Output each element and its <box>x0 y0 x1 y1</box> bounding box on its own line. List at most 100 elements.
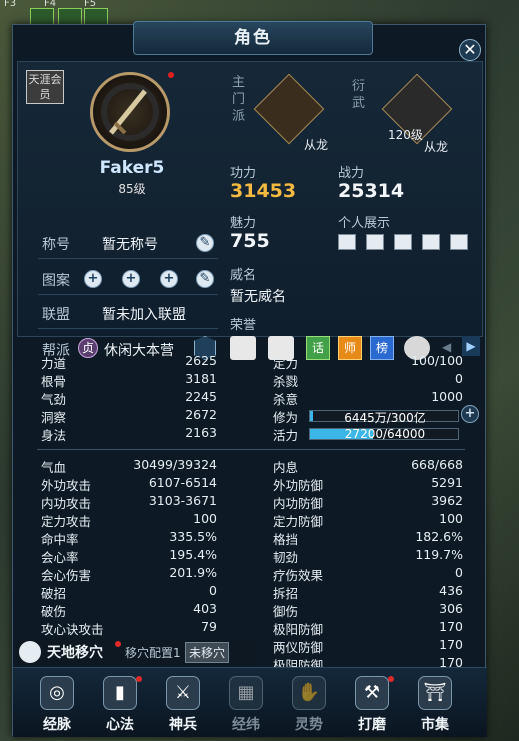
stat-left-value: 2163 <box>185 425 217 440</box>
gongli-label: 功力 <box>230 166 257 181</box>
stat-right-label: 修为 <box>273 410 299 425</box>
bottom-nav-1[interactable]: ▮ 心法 <box>90 676 150 734</box>
bottom-nav-3[interactable]: ▦ 经纬 <box>216 676 276 734</box>
bottom-nav-label: 经脉 <box>43 717 71 733</box>
weiming-label: 威名 <box>230 268 257 283</box>
character-panel: 角色 ✕ 天涯会员 Faker5 85级 称号 暂无称号 ✎ 图案 + + + … <box>12 21 487 737</box>
yin-yang-icon <box>19 641 41 663</box>
config-slot[interactable]: 移穴配置1 <box>125 644 181 661</box>
meridian-icon: ◎ <box>40 676 74 710</box>
character-name: Faker5 <box>99 158 165 178</box>
meili-label: 魅力 <box>230 216 257 231</box>
sword-emblem-icon <box>101 83 159 141</box>
stat-right-value: 170 <box>439 637 463 652</box>
notification-dot <box>388 676 394 682</box>
bottom-nav-label: 灵势 <box>295 717 323 733</box>
cultivation-bar: 6445万/300亿 <box>309 410 459 425</box>
yanwu-name: 从龙 <box>424 140 449 154</box>
stat-left-label: 破伤 <box>41 604 67 619</box>
bottom-nav-5[interactable]: ⚒ 打磨 <box>342 676 402 734</box>
notification-dot <box>115 641 121 647</box>
stat-right-label: 御伤 <box>273 604 299 619</box>
edit-title-icon[interactable]: ✎ <box>196 234 214 252</box>
stat-left-label: 身法 <box>41 428 67 443</box>
stat-right-value: 306 <box>439 601 463 616</box>
stat-left-value: 30499/39324 <box>133 457 217 472</box>
stat-right-value: 100/100 <box>411 353 463 368</box>
acupoint-config: 天地移穴 移穴配置1 未移穴 <box>17 639 257 665</box>
stat-right-label: 杀意 <box>273 392 299 407</box>
character-level: 85级 <box>118 182 146 196</box>
pattern-label: 图案 <box>42 273 70 289</box>
stat-left-value: 2245 <box>185 389 217 404</box>
stat-row: 会心伤害 201.9% 疗伤效果 0 <box>17 565 483 583</box>
stat-row: 力道 2625 定力 100/100 <box>17 353 483 371</box>
castle-icon[interactable] <box>394 234 412 250</box>
stat-left-value: 3181 <box>185 371 217 386</box>
stat-right-value: 668/668 <box>411 457 463 472</box>
stat-right-label: 定力防御 <box>273 514 324 529</box>
stat-left-value: 335.5% <box>169 529 217 544</box>
show-label: 个人展示 <box>338 216 391 231</box>
notification-dot <box>168 72 174 78</box>
outfit-icon[interactable] <box>450 234 468 250</box>
stat-row: 命中率 335.5% 格挡 182.6% <box>17 529 483 547</box>
stat-row: 会心率 195.4% 韧劲 119.7% <box>17 547 483 565</box>
add-pattern-1-icon[interactable]: + <box>84 270 102 288</box>
yanwu-label: 衍武 <box>352 79 366 111</box>
main-sect-icon[interactable] <box>253 73 325 145</box>
stat-right-value: 1000 <box>431 389 463 404</box>
stat-row: 根骨 3181 杀戮 0 <box>17 371 483 389</box>
add-pattern-3-icon[interactable]: + <box>160 270 178 288</box>
stat-left-label: 破招 <box>41 586 67 601</box>
stat-left-label: 会心伤害 <box>41 568 92 583</box>
title-value: 暂无称号 <box>102 237 158 253</box>
stat-row: 破招 0 拆招 436 <box>17 583 483 601</box>
close-icon[interactable]: ✕ <box>459 39 481 61</box>
house-icon[interactable] <box>366 234 384 250</box>
vitality-bar: 27200/64000 <box>309 427 459 441</box>
stat-left-value: 79 <box>201 619 217 634</box>
add-pattern-2-icon[interactable]: + <box>122 270 140 288</box>
avatar[interactable] <box>90 72 170 152</box>
attribute-table: 力道 2625 定力 100/100 根骨 3181 杀戮 0 气劲 2245 杀意 1000 洞察 26… <box>17 343 483 673</box>
stat-right-label: 内功防御 <box>273 496 324 511</box>
config-state[interactable]: 未移穴 <box>185 642 230 663</box>
stat-left-label: 根骨 <box>41 374 67 389</box>
bottom-nav-4[interactable]: ✋ 灵势 <box>279 676 339 734</box>
id-card-icon[interactable] <box>338 234 356 250</box>
bottom-nav-2[interactable]: ⚔ 神兵 <box>153 676 213 734</box>
stat-left-label: 会心率 <box>41 550 79 565</box>
bottom-nav-label: 心法 <box>106 717 134 733</box>
stat-row: 气血 30499/39324 内息 668/668 <box>17 457 483 475</box>
bottom-nav-6[interactable]: ⛩ 市集 <box>405 676 465 734</box>
zhanli-label: 战力 <box>338 166 365 181</box>
divider <box>38 328 218 329</box>
stat-right-label: 外功防御 <box>273 478 324 493</box>
stat-left-label: 气血 <box>41 460 67 475</box>
divider <box>38 294 218 295</box>
stat-left-value: 100 <box>193 511 217 526</box>
stat-right-label: 活力 <box>273 428 299 443</box>
stat-row: 定力攻击 100 定力防御 100 <box>17 511 483 529</box>
stat-left-label: 命中率 <box>41 532 79 547</box>
alliance-label: 联盟 <box>42 307 70 323</box>
bottom-nav-0[interactable]: ◎ 经脉 <box>27 676 87 734</box>
add-cultivation-icon[interactable]: + <box>461 405 479 423</box>
stat-right-label: 两仪防御 <box>273 640 324 655</box>
stat-left-label: 攻心诀攻击 <box>41 622 104 637</box>
yanwu-level: 120级 <box>388 128 423 142</box>
divider <box>37 449 465 450</box>
stat-left-value: 2672 <box>185 407 217 422</box>
cultivation-bar-text: 6445万/300亿 <box>344 411 426 425</box>
stat-row: 外功攻击 6107-6514 外功防御 5291 <box>17 475 483 493</box>
stat-right-value: 3962 <box>431 493 463 508</box>
edit-pattern-icon[interactable]: ✎ <box>196 270 214 288</box>
bottom-nav-label: 经纬 <box>232 717 260 733</box>
bottom-nav-label: 神兵 <box>169 717 197 733</box>
vip-badge[interactable]: 天涯会员 <box>26 70 64 104</box>
mount-icon[interactable] <box>422 234 440 250</box>
stat-row: 气劲 2245 杀意 1000 <box>17 389 483 407</box>
vitality-bar-text: 27200/64000 <box>344 427 426 441</box>
grid-icon: ▦ <box>229 676 263 710</box>
